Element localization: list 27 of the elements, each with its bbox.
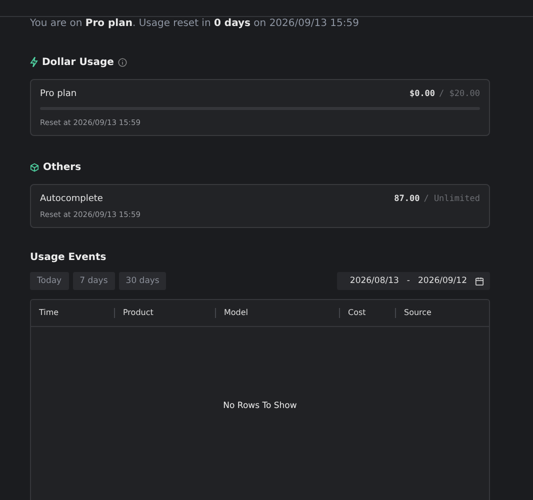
range-button[interactable]: Today [30,272,69,290]
limit-amount: / $20.00 [439,89,480,99]
plan-name: Autocomplete [40,194,103,204]
column-header[interactable]: Product [114,308,215,318]
empty-message: No Rows To Show [223,400,297,410]
cube-icon [30,162,39,172]
start-date: 2026/08/13 [350,276,399,286]
end-date: 2026/09/12 [418,276,467,286]
date-range-picker[interactable]: 2026/08/13 - 2026/09/12 [336,272,490,290]
column-header[interactable]: Cost [339,308,395,318]
plan-name: Pro plan [40,89,77,99]
column-header[interactable]: Time [31,308,114,318]
info-icon[interactable] [118,58,127,66]
plan-summary: You are on Pro plan. Usage reset in 0 days on 2026/09/13 15:59 [30,17,360,31]
range-button[interactable]: 7 days [72,272,115,290]
used-amount: $0.00 [409,89,436,99]
section-title: Dollar Usage [42,56,114,68]
calendar-icon[interactable] [475,276,484,286]
section-title: Others [43,162,82,172]
date-separator: - [406,276,410,286]
limit-amount: / Unlimited [424,194,480,204]
lightning-icon [30,57,38,67]
range-button[interactable]: 30 days [118,272,166,290]
column-header[interactable]: Model [215,308,339,318]
section-title: Usage Events [30,252,106,262]
used-amount: 87.00 [394,194,420,204]
column-header[interactable]: Source [395,308,489,318]
